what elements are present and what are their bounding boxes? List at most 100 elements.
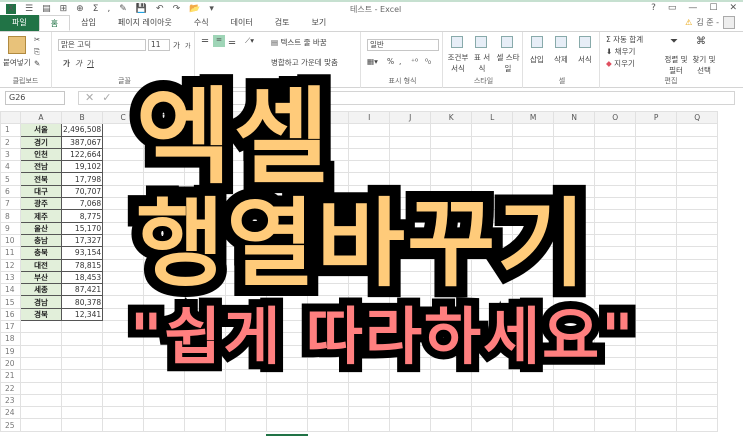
cell[interactable] <box>553 135 596 149</box>
cell[interactable] <box>635 320 678 334</box>
cell[interactable] <box>676 369 719 383</box>
cell[interactable] <box>184 406 227 420</box>
paste-button[interactable]: 붙여넣기 <box>3 57 31 68</box>
customize-qat-icon[interactable]: ▾ <box>209 4 214 14</box>
italic-button[interactable]: 가 <box>75 58 82 69</box>
cell[interactable] <box>20 320 62 334</box>
row-header[interactable]: 23 <box>0 393 21 408</box>
cell[interactable] <box>553 406 596 420</box>
cell[interactable] <box>676 123 719 137</box>
cell[interactable] <box>635 209 678 223</box>
cell[interactable] <box>266 418 309 432</box>
region-cell[interactable]: 부산 <box>20 270 62 285</box>
qat-icon[interactable]: ▤ <box>42 4 51 14</box>
cell[interactable] <box>635 418 678 432</box>
cell[interactable] <box>307 393 350 408</box>
fill-color-icon[interactable]: ⊕ <box>76 4 84 14</box>
cell[interactable] <box>430 123 473 137</box>
row-header[interactable]: 24 <box>0 406 21 420</box>
grow-font-button[interactable]: 가 <box>173 40 180 51</box>
cell[interactable] <box>143 406 186 420</box>
help-button[interactable]: ? <box>651 3 656 13</box>
cell[interactable] <box>676 418 719 432</box>
cell[interactable] <box>594 406 637 420</box>
cell[interactable] <box>635 246 678 260</box>
cell[interactable] <box>348 147 391 162</box>
cell[interactable] <box>307 418 350 432</box>
format-painter-icon[interactable]: ✎ <box>34 59 40 68</box>
cell[interactable] <box>594 233 637 248</box>
row-header[interactable]: 12 <box>0 258 21 272</box>
cell[interactable] <box>635 270 678 285</box>
cell[interactable] <box>635 258 678 272</box>
find-select-button[interactable]: 찾기 및 선택 <box>690 54 718 76</box>
wrap-text-button[interactable]: ▤ 텍스트 줄 바꿈 <box>271 37 327 48</box>
cell[interactable] <box>512 123 555 137</box>
cell[interactable] <box>430 418 473 432</box>
value-cell[interactable]: 17,327 <box>60 233 104 248</box>
region-cell[interactable]: 경남 <box>20 295 62 309</box>
cell[interactable] <box>594 221 637 235</box>
cell[interactable] <box>676 233 719 248</box>
qat-icon[interactable]: ☰ <box>25 4 33 14</box>
row-header[interactable]: 10 <box>0 233 21 248</box>
row-header[interactable]: 21 <box>0 369 21 383</box>
qat-icon[interactable]: ⊞ <box>60 4 68 14</box>
underline-button[interactable]: 가 <box>87 58 94 69</box>
conditional-format-button[interactable]: 조건부 서식 <box>447 52 469 74</box>
cell[interactable] <box>676 283 719 297</box>
column-header[interactable]: O <box>594 110 637 125</box>
cell[interactable] <box>225 381 268 395</box>
cell[interactable] <box>143 418 186 432</box>
cell[interactable] <box>512 135 555 149</box>
cell[interactable] <box>266 381 309 395</box>
cell[interactable] <box>512 406 555 420</box>
cell[interactable] <box>635 160 678 174</box>
align-bottom-icon[interactable]: ═ <box>229 38 235 49</box>
increase-decimal-button[interactable]: ⁺⁰ <box>411 57 418 66</box>
redo-icon[interactable]: ↷ <box>173 4 181 14</box>
value-cell[interactable]: 2,496,508 <box>60 123 104 137</box>
tab-data[interactable]: 데이터 <box>220 15 264 31</box>
cell[interactable] <box>184 393 227 408</box>
cell[interactable] <box>60 418 104 432</box>
value-cell[interactable]: 80,378 <box>60 295 104 309</box>
cell[interactable] <box>635 197 678 211</box>
row-header[interactable]: 13 <box>0 270 21 285</box>
column-header[interactable]: L <box>471 110 514 125</box>
cell[interactable] <box>430 135 473 149</box>
cell[interactable] <box>20 381 62 395</box>
row-header[interactable]: 5 <box>0 172 21 186</box>
cell[interactable] <box>553 381 596 395</box>
column-header[interactable]: Q <box>676 110 719 125</box>
cell[interactable] <box>307 381 350 395</box>
value-cell[interactable]: 7,068 <box>60 197 104 211</box>
cell[interactable] <box>266 393 309 408</box>
cell[interactable] <box>307 406 350 420</box>
cell[interactable] <box>594 123 637 137</box>
cell[interactable] <box>60 344 104 358</box>
comma-icon[interactable]: ‚ <box>107 4 110 14</box>
cell[interactable] <box>102 393 145 408</box>
cell[interactable] <box>676 381 719 395</box>
row-header[interactable]: 20 <box>0 356 21 371</box>
cell[interactable] <box>60 332 104 346</box>
cell[interactable] <box>676 406 719 420</box>
column-header[interactable]: A <box>20 110 62 125</box>
cell[interactable] <box>389 381 432 395</box>
tab-view[interactable]: 보기 <box>300 15 337 31</box>
cell[interactable] <box>635 147 678 162</box>
row-header[interactable]: 4 <box>0 160 21 174</box>
cell[interactable] <box>635 184 678 199</box>
cell[interactable] <box>348 381 391 395</box>
cell[interactable] <box>143 393 186 408</box>
cell[interactable] <box>471 147 514 162</box>
value-cell[interactable]: 122,664 <box>60 147 104 162</box>
cell[interactable] <box>471 123 514 137</box>
cell[interactable] <box>471 381 514 395</box>
paste-icon[interactable] <box>8 36 26 54</box>
cell[interactable] <box>676 320 719 334</box>
cell[interactable] <box>102 381 145 395</box>
cell[interactable] <box>430 147 473 162</box>
region-cell[interactable]: 전남 <box>20 160 62 174</box>
